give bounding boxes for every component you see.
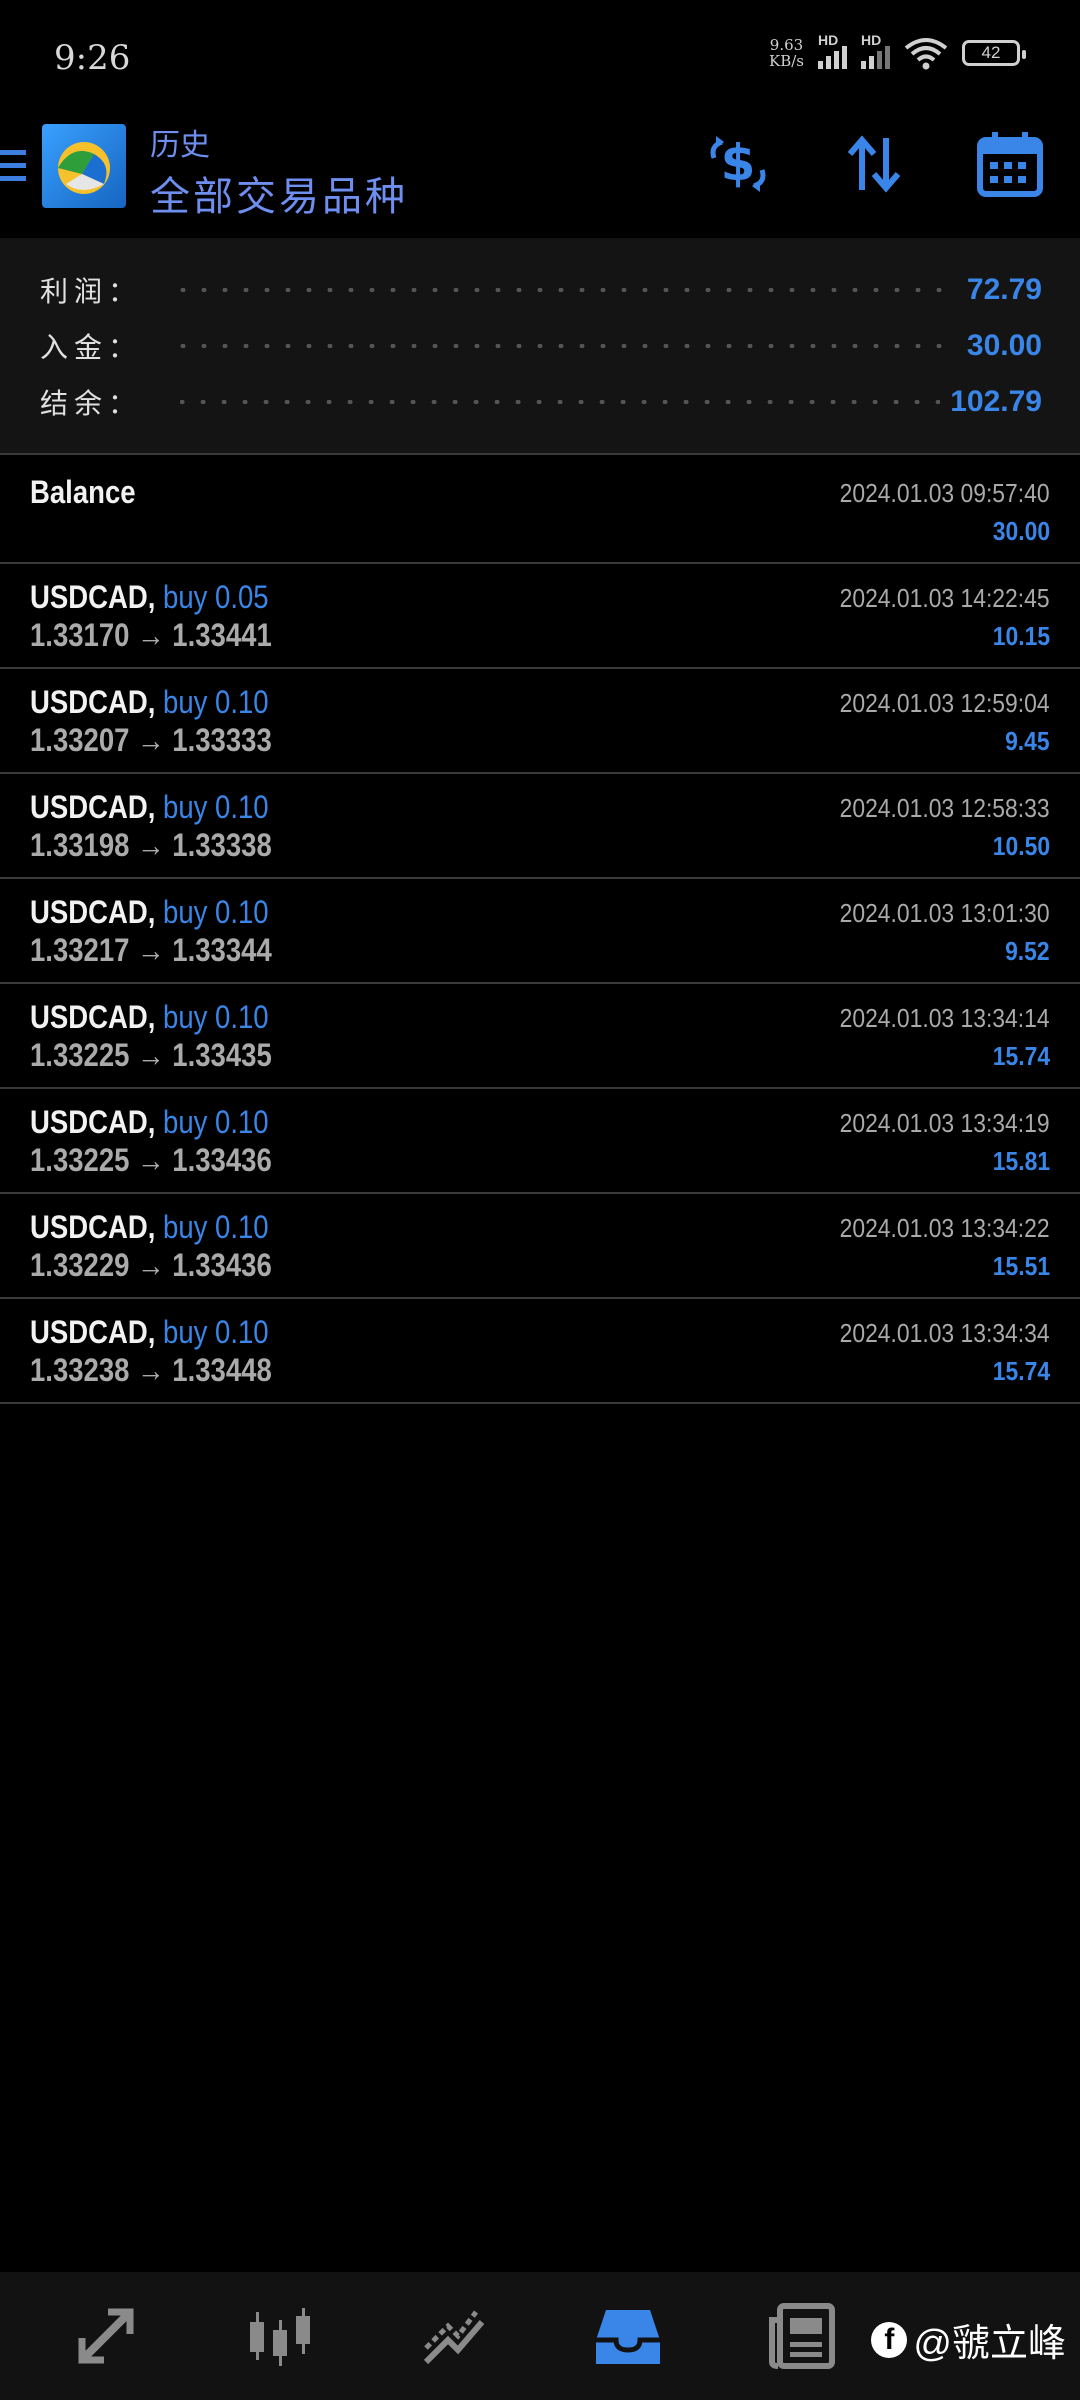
deal-row[interactable]: USDCAD, buy 0.10 1.33238 → 1.33448 2024.… xyxy=(0,1300,1080,1404)
divider xyxy=(0,772,1080,774)
deal-row[interactable]: USDCAD, buy 0.10 1.33229 → 1.33436 2024.… xyxy=(0,1195,1080,1299)
trade-icon[interactable] xyxy=(418,2300,490,2372)
summary-panel: 利润： 72.79 入金： 30.00 结余： 102.79 xyxy=(0,238,1080,453)
divider xyxy=(0,1192,1080,1194)
divider xyxy=(0,1087,1080,1089)
deal-row[interactable]: USDCAD, buy 0.10 1.33225 → 1.33436 2024.… xyxy=(0,1090,1080,1194)
summary-balance-row: 结余： 102.79 xyxy=(40,385,1042,419)
page-subtitle: 历史 xyxy=(150,129,210,162)
summary-deposit-row: 入金： 30.00 xyxy=(40,329,1042,363)
network-speed: 9.63 KB/s xyxy=(769,36,804,70)
watermark: f @虢立峰 xyxy=(871,2312,1066,2367)
divider xyxy=(0,453,1080,455)
summary-profit-row: 利润： 72.79 xyxy=(40,273,1042,307)
chart-icon[interactable] xyxy=(244,2300,316,2372)
signal-icon-2: HD xyxy=(861,32,890,69)
divider xyxy=(0,877,1080,879)
app-logo xyxy=(42,124,126,208)
news-icon[interactable] xyxy=(766,2300,838,2372)
signal-icon: HD xyxy=(818,32,847,69)
wifi-icon xyxy=(904,38,948,70)
battery-icon: 42 xyxy=(962,40,1026,66)
profit-value: 72.79 xyxy=(966,273,1042,306)
deal-row[interactable]: USDCAD, buy 0.10 1.33225 → 1.33435 2024.… xyxy=(0,985,1080,1089)
dollar-exchange-icon[interactable]: $ xyxy=(702,128,774,200)
deal-row[interactable]: USDCAD, buy 0.10 1.33198 → 1.33338 2024.… xyxy=(0,775,1080,879)
divider xyxy=(0,982,1080,984)
facebook-icon: f xyxy=(871,2321,908,2358)
status-bar: 9:26 9.63 KB/s HD HD 42 xyxy=(0,0,1080,110)
calendar-icon[interactable] xyxy=(974,128,1046,200)
history-icon[interactable] xyxy=(592,2300,664,2372)
clock: 9:26 xyxy=(54,38,131,78)
sort-icon[interactable] xyxy=(838,128,910,200)
page-title[interactable]: 全部交易品种 xyxy=(150,164,408,222)
deal-row[interactable]: USDCAD, buy 0.10 1.33207 → 1.33333 2024.… xyxy=(0,670,1080,774)
divider xyxy=(0,1297,1080,1299)
divider xyxy=(0,562,1080,564)
quotes-icon[interactable] xyxy=(70,2300,142,2372)
app-header: 历史 全部交易品种 $ xyxy=(0,110,1080,238)
balance-value: 102.79 xyxy=(950,385,1042,418)
divider xyxy=(0,667,1080,669)
svg-text:$: $ xyxy=(721,134,756,192)
deal-row[interactable]: USDCAD, buy 0.05 1.33170 → 1.33441 2024.… xyxy=(0,565,1080,669)
deal-row[interactable]: USDCAD, buy 0.10 1.33217 → 1.33344 2024.… xyxy=(0,880,1080,984)
divider xyxy=(0,1402,1080,1404)
balance-entry[interactable]: Balance 2024.01.03 09:57:40 30.00 xyxy=(0,456,1080,560)
deposit-value: 30.00 xyxy=(966,329,1042,362)
bottom-nav: f @虢立峰 xyxy=(0,2272,1080,2400)
menu-icon[interactable] xyxy=(0,150,26,188)
